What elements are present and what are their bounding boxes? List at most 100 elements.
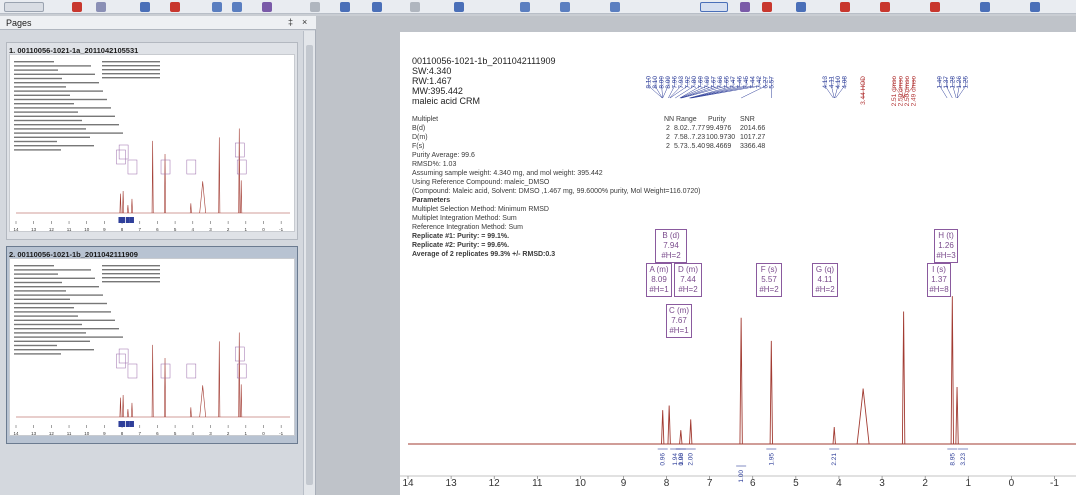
- toolbar-icon[interactable]: [310, 2, 320, 12]
- thumbnail-multiplet-box: [127, 159, 138, 175]
- x-tick-label: 5: [174, 431, 177, 436]
- spectrum-peak: [126, 409, 129, 418]
- toolbar-icon[interactable]: [4, 2, 44, 12]
- peak-label: 2.49 dmso: [910, 76, 917, 107]
- thumbnail-text-line: [102, 73, 160, 75]
- toolbar-icon[interactable]: [96, 2, 106, 12]
- x-tick-label: 6: [156, 431, 159, 436]
- x-tick-label: 8: [664, 478, 670, 489]
- multiplet-box-a: A (m) 8.09 #H=1: [646, 263, 672, 297]
- thumbnail-text-line: [14, 111, 78, 113]
- thumbnail-text-line: [14, 269, 91, 271]
- toolbar-icon[interactable]: [454, 2, 464, 12]
- close-icon[interactable]: ×: [302, 17, 307, 27]
- toolbar-icon[interactable]: [72, 2, 82, 12]
- thumbnail-text-line: [14, 290, 66, 292]
- multiplet-box-c: C (m) 7.67 #H=1: [666, 304, 692, 338]
- x-tick-label: 7: [138, 431, 141, 436]
- scrollbar-thumb[interactable]: [306, 45, 313, 485]
- pages-panel-title: Pages: [6, 18, 32, 28]
- x-tick-label: 0: [1009, 478, 1015, 489]
- nmr-spectrum: 14 13 12 11 10 9 8 7 6 5 4 3 2 1 0 -18.10 8.10 8.09 8.09 7.…: [400, 76, 1076, 489]
- spectrum-peak: [667, 405, 671, 445]
- toolbar-icon[interactable]: [610, 2, 620, 12]
- thumbnail-text-line: [14, 311, 111, 313]
- thumbnail-multiplet-box: [236, 159, 247, 175]
- mw-value: MW:395.442: [412, 86, 463, 96]
- toolbar-icon[interactable]: [700, 2, 728, 12]
- pin-icon[interactable]: ‡: [288, 17, 293, 27]
- thumbnail-integral: [121, 421, 126, 427]
- toolbar-icon[interactable]: [1030, 2, 1040, 12]
- parameters-heading: Parameters: [412, 197, 451, 204]
- thumbnail-text-line: [14, 119, 82, 122]
- x-tick-label: 4: [192, 227, 195, 232]
- pages-scrollbar[interactable]: [303, 31, 315, 495]
- thumbnail-text-line: [14, 82, 99, 84]
- spectrum-peak: [164, 154, 166, 214]
- page-thumbnail-2[interactable]: 2. 00110056-1021-1b_2011042111909 14 13 12…: [6, 246, 298, 444]
- table-cell: 2: [666, 143, 670, 150]
- table-header: Purity: [708, 116, 726, 123]
- spectrum-peak: [189, 203, 192, 214]
- spectrum-peak: [119, 397, 122, 418]
- toolbar-icon[interactable]: [170, 2, 180, 12]
- spectrum-peak: [679, 430, 683, 445]
- multiplet-label: Multiplet: [412, 116, 439, 123]
- thumbnail-text-line: [14, 328, 119, 330]
- spectrum-peak: [950, 296, 954, 445]
- thumbnail-text-line: [102, 269, 160, 271]
- multiplet-box-g: G (q) 4.11 #H=2: [812, 263, 838, 297]
- purity-average: Purity Average: 99.6: [412, 152, 475, 159]
- spectrum-peak: [199, 181, 206, 214]
- thumbnail-integral: [125, 421, 130, 427]
- toolbar-icon[interactable]: [340, 2, 350, 12]
- table-cell: 5.73..5.40: [674, 143, 706, 150]
- thumbnail-text-line: [14, 349, 94, 351]
- sample-name: 00110056-1021-1b_2011042111909: [412, 56, 556, 66]
- thumbnail-text-line: [14, 103, 74, 105]
- spectrum-peak: [126, 205, 129, 214]
- table-cell: 2: [666, 125, 670, 132]
- spectrum-peak: [739, 317, 743, 445]
- spectrum-peak: [131, 198, 133, 214]
- page-thumbnail-1[interactable]: 1. 00110056-1021-1a_2011042105531 14 13 12…: [6, 42, 298, 240]
- thumbnail-text-line: [14, 77, 62, 80]
- thumbnail-text-line: [14, 265, 54, 267]
- parameter-line: Multiplet Integration Method: Sum: [412, 215, 517, 222]
- thumbnail-text-line: [14, 319, 115, 321]
- x-tick-label: -1: [279, 431, 283, 436]
- toolbar-icon[interactable]: [762, 2, 772, 12]
- x-tick-label: 7: [707, 478, 713, 489]
- thumbnail-text-line: [14, 323, 82, 326]
- integral-value: 2.21: [831, 453, 838, 466]
- toolbar-icon[interactable]: [880, 2, 890, 12]
- toolbar-icon[interactable]: [520, 2, 530, 12]
- toolbar-icon[interactable]: [796, 2, 806, 12]
- integral-value: 0.98: [678, 453, 685, 466]
- toolbar-icon[interactable]: [980, 2, 990, 12]
- toolbar-icon[interactable]: [262, 2, 272, 12]
- spectrum-peak: [240, 180, 243, 214]
- thumbnail-integral: [129, 421, 134, 427]
- thumbnail-text-line: [102, 65, 160, 67]
- toolbar-icon[interactable]: [410, 2, 420, 12]
- table-cell: 1017.27: [740, 134, 766, 141]
- toolbar-icon[interactable]: [232, 2, 242, 12]
- toolbar-icon[interactable]: [372, 2, 382, 12]
- toolbar-icon[interactable]: [212, 2, 222, 12]
- multiplet-box-d: D (m) 7.44 #H=2: [674, 263, 702, 297]
- toolbar-icon[interactable]: [740, 2, 750, 12]
- x-tick-label: -1: [1050, 478, 1059, 489]
- spectrum-peak: [240, 384, 243, 418]
- toolbar-icon[interactable]: [140, 2, 150, 12]
- toolbar-icon[interactable]: [930, 2, 940, 12]
- thumbnail-multiplet-box: [160, 363, 171, 379]
- integral-value: 1.95: [768, 453, 775, 466]
- toolbar-icon[interactable]: [840, 2, 850, 12]
- x-tick-label: 10: [84, 227, 90, 232]
- x-tick-label: 5: [174, 227, 177, 232]
- toolbar-icon[interactable]: [560, 2, 570, 12]
- thumbnail-integral: [125, 217, 130, 223]
- thumbnail-text-line: [14, 94, 70, 96]
